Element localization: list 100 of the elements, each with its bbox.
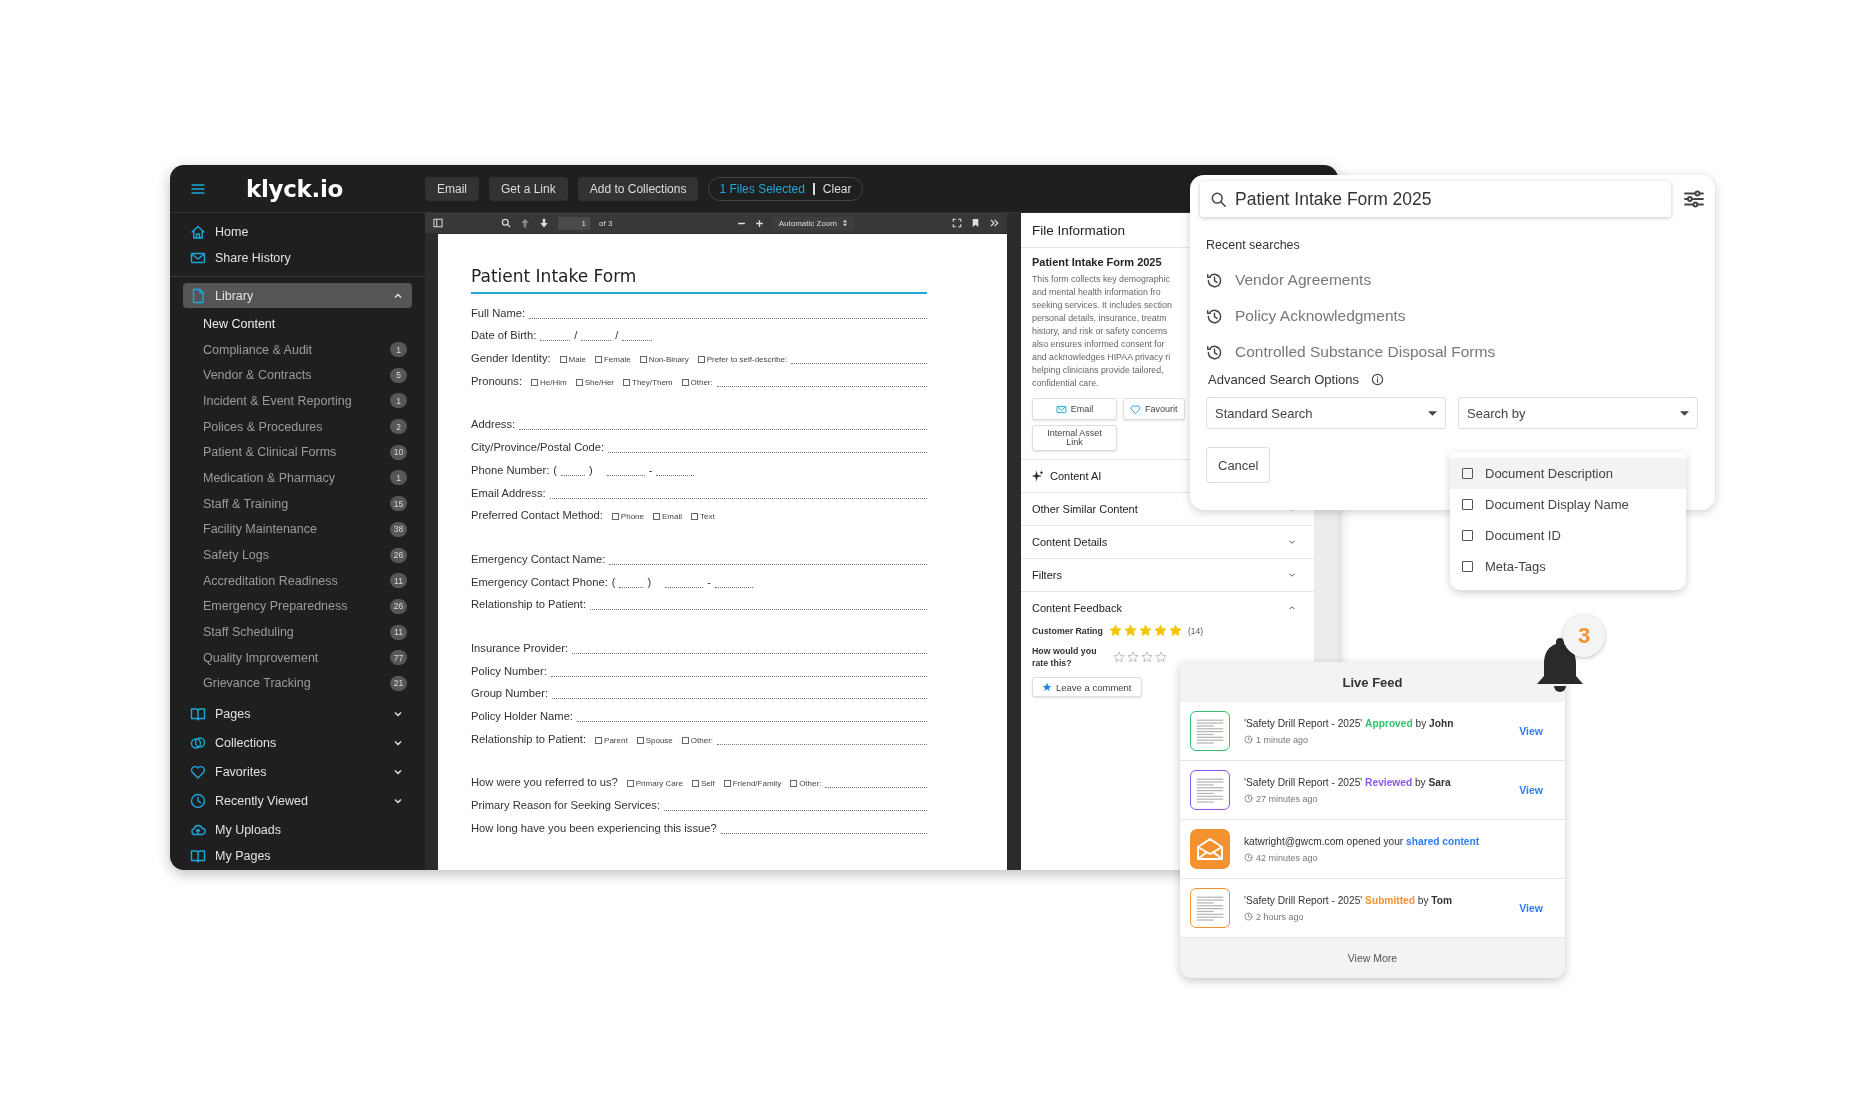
checkbox[interactable] <box>653 513 660 521</box>
sidebar-subitem[interactable]: Staff Scheduling 11 <box>170 619 425 645</box>
page-number-field[interactable]: 1 <box>558 216 590 230</box>
checkbox[interactable] <box>594 356 602 364</box>
fill-in-line[interactable] <box>609 562 927 565</box>
fill-in-line[interactable] <box>622 339 653 342</box>
sidebar-subitem[interactable]: Accreditation Readiness 11 <box>170 567 425 594</box>
sidebar-subitem[interactable]: Facility Maintenance 38 <box>170 516 425 543</box>
cancel-button[interactable]: Cancel <box>1206 447 1271 483</box>
checkbox[interactable] <box>626 780 634 788</box>
sidebar-subitem[interactable]: Incident & Event Reporting 1 <box>170 388 425 414</box>
checkbox[interactable] <box>790 780 798 788</box>
sidebar-subitem[interactable]: Compliance & Audit 1 <box>170 336 425 363</box>
sidebar-item[interactable]: My Uploads <box>170 817 425 844</box>
view-more-button[interactable]: View More <box>1180 938 1565 978</box>
fill-in-line[interactable] <box>561 473 586 476</box>
checkbox[interactable] <box>559 356 567 364</box>
checkbox[interactable] <box>611 513 619 521</box>
fill-in-line[interactable] <box>791 362 927 365</box>
sidebar-subitem[interactable]: New Content <box>170 311 425 337</box>
fill-in-line[interactable] <box>664 809 927 812</box>
dropdown-option[interactable]: Meta-Tags <box>1450 551 1686 582</box>
checkbox[interactable] <box>691 780 699 788</box>
toolbar-button[interactable]: Get a Link <box>489 176 568 201</box>
sidebar-subitem[interactable]: Safety Logs 26 <box>170 542 425 568</box>
accordion-header[interactable]: Filters <box>1021 558 1314 591</box>
view-link[interactable]: View <box>1519 902 1543 914</box>
fill-in-line[interactable] <box>665 585 704 588</box>
dropdown-option[interactable]: Document Description <box>1450 458 1686 489</box>
checkbox[interactable] <box>531 378 538 386</box>
checkbox[interactable] <box>691 513 698 521</box>
fill-in-line[interactable] <box>656 473 695 476</box>
sidebar-subitem[interactable]: Quality Improvement 77 <box>170 644 425 671</box>
fill-in-line[interactable] <box>619 585 644 588</box>
sidebar-subitem[interactable]: Emergency Preparedness 26 <box>170 593 425 620</box>
arrow-down-icon[interactable] <box>539 218 549 228</box>
checkbox[interactable] <box>595 736 603 744</box>
checkbox[interactable] <box>623 378 631 386</box>
double-chevron-icon[interactable] <box>989 218 999 228</box>
clear-button[interactable]: Clear <box>822 181 852 196</box>
view-link[interactable]: View <box>1519 725 1543 737</box>
sidebar-subitem[interactable]: Grievance Tracking 21 <box>170 670 425 697</box>
shared-content-link[interactable]: shared content <box>1406 835 1480 847</box>
toolbar-button[interactable]: Email <box>425 176 479 201</box>
dropdown-option[interactable]: Document ID <box>1450 520 1686 551</box>
fill-in-line[interactable] <box>550 674 927 677</box>
fullscreen-icon[interactable] <box>952 218 962 228</box>
zoom-select[interactable]: Automatic Zoom <box>772 216 854 230</box>
search-mode-select[interactable]: Standard Search <box>1206 397 1446 429</box>
fill-in-line[interactable] <box>720 831 927 834</box>
sidebar-item[interactable]: My Pages <box>170 843 425 870</box>
favourite-button[interactable]: Favourit <box>1123 398 1185 420</box>
sidebar-item[interactable]: Share History <box>170 245 425 271</box>
fill-in-line[interactable] <box>717 742 927 745</box>
checkbox[interactable] <box>681 378 689 386</box>
sidebar-group[interactable]: Library <box>183 283 412 308</box>
sidebar-group[interactable]: Pages <box>183 701 412 727</box>
fill-in-line[interactable] <box>714 585 753 588</box>
email-button[interactable]: Email <box>1032 398 1117 420</box>
sidebar-subitem[interactable]: Medication & Pharmacy 1 <box>170 465 425 491</box>
recent-search[interactable]: Policy Acknowledgments <box>1200 298 1705 334</box>
fill-in-line[interactable] <box>572 651 927 654</box>
fill-in-line[interactable] <box>576 720 927 722</box>
search-field-select[interactable]: Search by <box>1458 397 1698 429</box>
comment-button[interactable]: Leave a comment <box>1032 677 1142 697</box>
sidebar-item[interactable]: Home <box>170 219 425 245</box>
fill-in-line[interactable] <box>716 384 927 387</box>
checkbox[interactable] <box>575 378 583 386</box>
sidebar-group[interactable]: Favorites <box>183 759 412 785</box>
fill-in-line[interactable] <box>552 697 927 700</box>
checkbox[interactable] <box>1462 468 1473 479</box>
asset-link-button[interactable]: Internal Asset Link <box>1032 425 1117 451</box>
fill-in-line[interactable] <box>825 786 927 789</box>
sidebar-group[interactable]: Recently Viewed <box>183 788 412 814</box>
recent-search[interactable]: Vendor Agreements <box>1200 262 1705 298</box>
sidebar-subitem[interactable]: Patient & Clinical Forms 10 <box>170 439 425 466</box>
checkbox[interactable] <box>723 780 731 788</box>
fill-in-line[interactable] <box>519 428 927 431</box>
sliders-icon[interactable] <box>1683 188 1705 210</box>
bookmark-icon[interactable] <box>971 218 980 228</box>
checkbox[interactable] <box>636 736 644 744</box>
checkbox[interactable] <box>681 736 689 744</box>
arrow-up-icon[interactable] <box>520 218 530 228</box>
checkbox[interactable] <box>1462 499 1473 510</box>
recent-search[interactable]: Controlled Substance Disposal Forms <box>1200 334 1705 370</box>
checkbox[interactable] <box>1462 530 1473 541</box>
sidebar-subitem[interactable]: Staff & Training 15 <box>170 490 425 517</box>
fill-in-line[interactable] <box>540 339 571 342</box>
view-link[interactable]: View <box>1519 784 1543 796</box>
fill-in-line[interactable] <box>608 451 927 454</box>
checkbox[interactable] <box>1462 561 1473 572</box>
fill-in-line[interactable] <box>549 496 927 499</box>
accordion-header[interactable]: Content Details <box>1021 525 1314 558</box>
dropdown-option[interactable]: Document Display Name <box>1450 489 1686 520</box>
sidebar-subitem[interactable]: Polices & Procedures 2 <box>170 413 425 440</box>
zoom-in-icon[interactable] <box>754 218 764 228</box>
sidebar-toggle-icon[interactable] <box>433 218 443 228</box>
fill-in-line[interactable] <box>529 316 927 319</box>
fill-in-line[interactable] <box>606 473 645 476</box>
search-icon[interactable] <box>501 218 511 228</box>
